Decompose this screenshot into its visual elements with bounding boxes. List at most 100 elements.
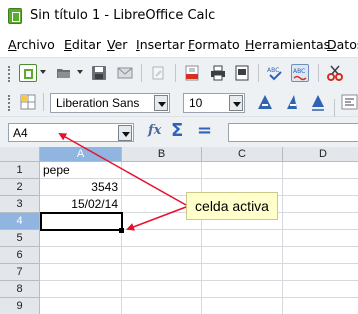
menu-archivo[interactable]: Archivo: [8, 37, 55, 52]
cell-d8[interactable]: [283, 281, 358, 298]
cell-b5[interactable]: [122, 230, 202, 247]
cell-d2[interactable]: [283, 179, 358, 196]
menu-ver[interactable]: Ver: [107, 37, 127, 52]
column-header-a[interactable]: A: [40, 147, 122, 162]
new-document-icon[interactable]: [19, 64, 37, 82]
cell-a6[interactable]: [40, 247, 122, 264]
print-preview-icon[interactable]: [233, 64, 251, 82]
cell-c9[interactable]: [202, 298, 283, 314]
underline-icon[interactable]: [309, 93, 327, 111]
cell-a8[interactable]: [40, 281, 122, 298]
cell-c5[interactable]: [202, 230, 283, 247]
cell-a2[interactable]: 3543: [40, 179, 122, 196]
standard-toolbar: ABC ABC: [0, 57, 358, 87]
cell-d7[interactable]: [283, 264, 358, 281]
menu-datos[interactable]: Datos: [327, 37, 358, 52]
name-box-dropdown-button[interactable]: [118, 125, 132, 141]
toolbar-overflow-icon[interactable]: [348, 64, 358, 82]
cell-a7[interactable]: [40, 264, 122, 281]
export-pdf-icon[interactable]: [183, 64, 201, 82]
font-size-dropdown-button[interactable]: [229, 95, 243, 111]
column-header-b[interactable]: B: [122, 147, 202, 162]
row-header-5[interactable]: 5: [0, 230, 40, 247]
cell-a9[interactable]: [40, 298, 122, 314]
cell-b6[interactable]: [122, 247, 202, 264]
autospellcheck-icon[interactable]: ABC: [291, 64, 309, 82]
cell-a5[interactable]: [40, 230, 122, 247]
save-icon[interactable]: [90, 64, 108, 82]
formula-input[interactable]: [228, 123, 358, 142]
row-header-9[interactable]: 9: [0, 298, 40, 314]
menu-insertar[interactable]: Insertar: [136, 37, 185, 52]
fill-handle[interactable]: [119, 228, 124, 233]
column-header-c[interactable]: C: [202, 147, 283, 162]
row-header-1[interactable]: 1: [0, 162, 40, 179]
cell-a3[interactable]: 15/02/14: [40, 196, 122, 213]
toolbar-separator: [334, 99, 335, 117]
cell-a1[interactable]: pepe: [40, 162, 122, 179]
row-header-4[interactable]: 4: [0, 213, 40, 230]
select-all-corner[interactable]: [0, 147, 40, 162]
cell-d1[interactable]: [283, 162, 358, 179]
align-left-icon[interactable]: [341, 93, 358, 111]
toolbar-separator: [318, 64, 319, 82]
cell-b1[interactable]: [122, 162, 202, 179]
svg-text:ABC: ABC: [293, 68, 305, 75]
menu-herramientas[interactable]: Herramientas: [245, 37, 330, 52]
bold-icon[interactable]: [256, 93, 274, 111]
function-wizard-icon[interactable]: fx: [148, 123, 161, 138]
spreadsheet-grid[interactable]: A B C D 1 2 3 4 5 6 7 8 9 pepe 3543 15/0…: [0, 147, 358, 314]
font-name-combobox[interactable]: Liberation Sans: [50, 93, 170, 113]
cut-icon[interactable]: [326, 64, 344, 82]
cell-d3[interactable]: [283, 196, 358, 213]
cell-d9[interactable]: [283, 298, 358, 314]
row-header-8[interactable]: 8: [0, 281, 40, 298]
function-icon[interactable]: =: [197, 120, 212, 141]
cell-c8[interactable]: [202, 281, 283, 298]
window-title: Sin título 1 - LibreOffice Calc: [30, 8, 216, 23]
spellcheck-icon[interactable]: ABC: [266, 64, 284, 82]
toolbar-separator: [258, 64, 259, 82]
annotation-callout: celda activa: [186, 192, 278, 220]
row-header-7[interactable]: 7: [0, 264, 40, 281]
styles-icon[interactable]: [19, 93, 37, 111]
name-box-value: A4: [13, 126, 28, 140]
toolbar-grip[interactable]: [8, 66, 10, 82]
row-header-2[interactable]: 2: [0, 179, 40, 196]
cell-b7[interactable]: [122, 264, 202, 281]
cell-d6[interactable]: [283, 247, 358, 264]
calc-app-icon: [8, 8, 22, 24]
toolbar-separator: [141, 64, 142, 82]
font-size-value: 10: [189, 96, 203, 110]
toolbar-separator: [43, 93, 44, 111]
font-name-value: Liberation Sans: [56, 96, 140, 110]
svg-text:ABC: ABC: [267, 67, 279, 74]
open-folder-icon[interactable]: [55, 64, 73, 82]
new-dropdown-arrow[interactable]: [40, 70, 46, 74]
font-size-combobox[interactable]: 10: [183, 93, 245, 113]
cell-c7[interactable]: [202, 264, 283, 281]
row-header-6[interactable]: 6: [0, 247, 40, 264]
menu-formato[interactable]: Formato: [188, 37, 240, 52]
cell-c6[interactable]: [202, 247, 283, 264]
email-icon[interactable]: [116, 64, 134, 82]
cell-c1[interactable]: [202, 162, 283, 179]
cell-b9[interactable]: [122, 298, 202, 314]
cell-b8[interactable]: [122, 281, 202, 298]
menu-bar: Archivo Editar Ver Insertar Formato Herr…: [0, 32, 358, 57]
italic-icon[interactable]: [283, 93, 301, 111]
cell-d4[interactable]: [283, 213, 358, 230]
menu-editar[interactable]: Editar: [64, 37, 101, 52]
column-header-d[interactable]: D: [283, 147, 358, 162]
row-header-3[interactable]: 3: [0, 196, 40, 213]
sum-icon[interactable]: Σ: [171, 120, 183, 141]
font-name-dropdown-button[interactable]: [154, 95, 168, 111]
toolbar-grip[interactable]: [8, 95, 10, 111]
open-dropdown-arrow[interactable]: [77, 70, 83, 74]
print-icon[interactable]: [209, 64, 227, 82]
toolbar-separator: [175, 64, 176, 82]
edit-file-icon[interactable]: [149, 64, 167, 82]
active-cell-a4[interactable]: [40, 212, 123, 231]
cell-d5[interactable]: [283, 230, 358, 247]
name-box[interactable]: A4: [8, 123, 134, 142]
